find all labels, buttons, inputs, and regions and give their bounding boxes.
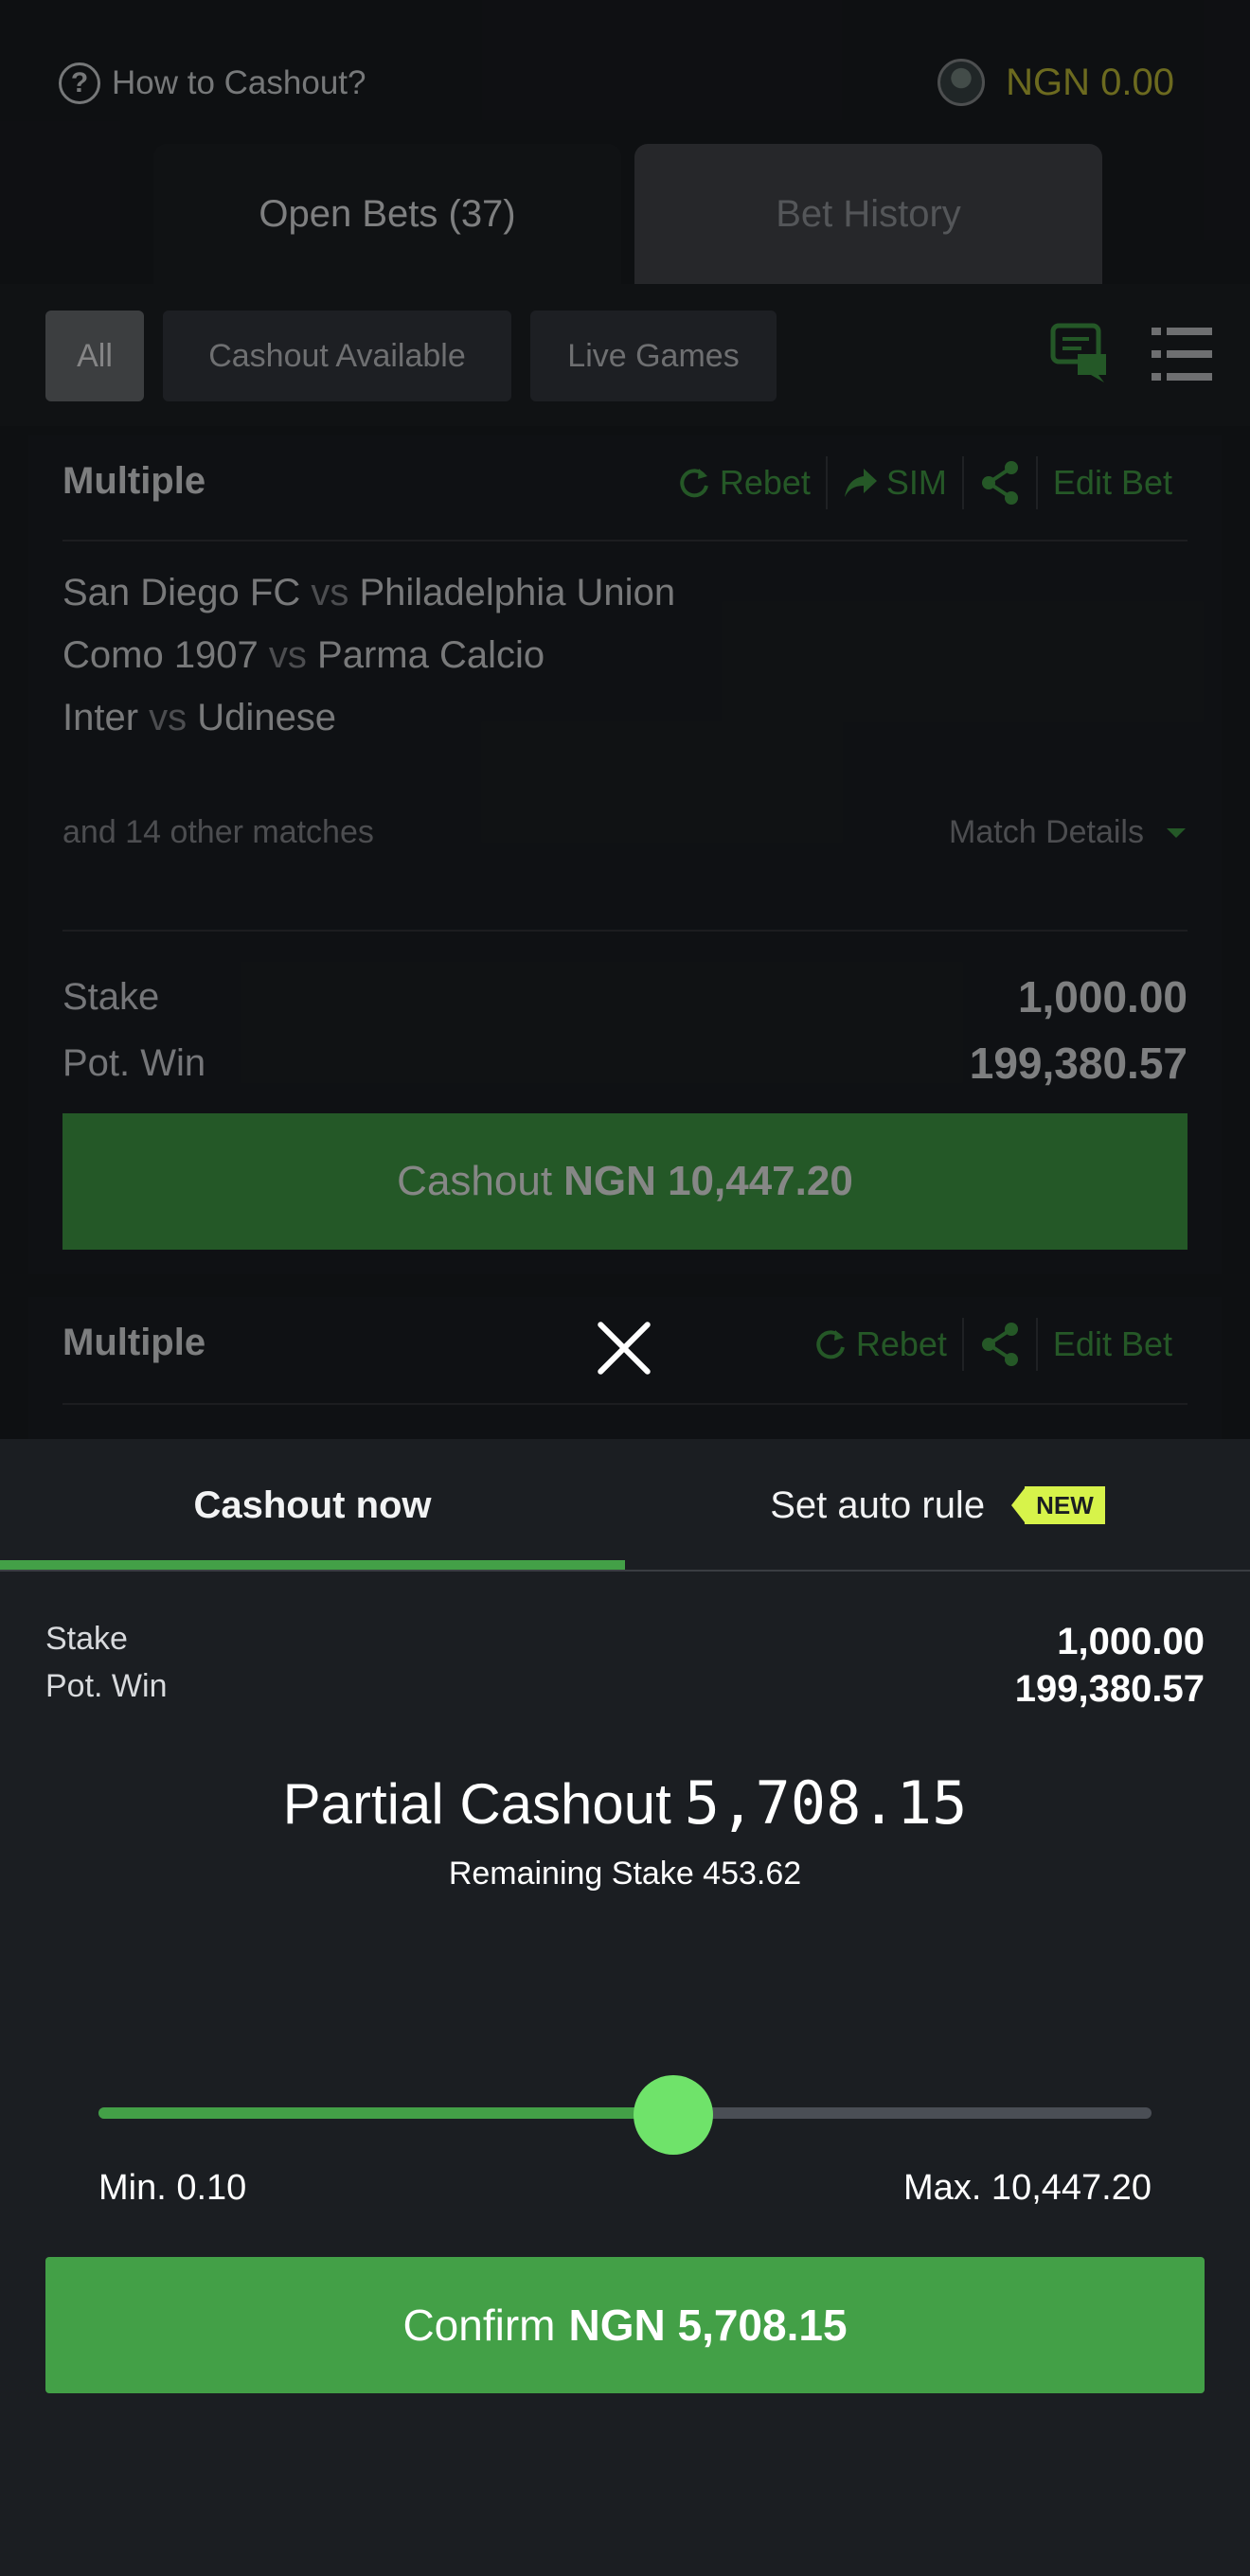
partial-cashout-heading: Partial Cashout 5,708.15 — [0, 1768, 1250, 1838]
confirm-cashout-button[interactable]: Confirm NGN 5,708.15 — [45, 2257, 1205, 2393]
stake-value: 1,000.00 — [1057, 1621, 1205, 1662]
slider-thumb[interactable] — [634, 2075, 714, 2155]
confirm-label: Confirm — [402, 2301, 556, 2350]
pot-win-value: 199,380.57 — [1014, 1668, 1205, 1710]
modal-backdrop[interactable] — [0, 0, 1250, 1439]
close-icon[interactable] — [595, 1318, 655, 1378]
stake-label: Stake — [45, 1621, 128, 1657]
partial-cashout-amount: 5,708.15 — [684, 1768, 968, 1838]
cashout-sheet: Cashout now Set auto rule NEW Stake 1,00… — [0, 1439, 1250, 2576]
pot-win-label: Pot. Win — [45, 1668, 168, 1704]
active-tab-indicator — [0, 1560, 625, 1570]
slider-max-label: Max. 10,447.20 — [903, 2168, 1152, 2208]
partial-cashout-label: Partial Cashout — [282, 1772, 671, 1836]
cashout-amount-slider[interactable] — [98, 2075, 1152, 2155]
pot-win-row: Pot. Win 199,380.57 — [45, 1668, 1205, 1711]
remaining-stake: Remaining Stake 453.62 — [448, 1856, 802, 1892]
stake-row: Stake 1,000.00 — [45, 1621, 1205, 1663]
sheet-tabs: Cashout now Set auto rule NEW — [0, 1439, 1250, 1572]
slider-min-label: Min. 0.10 — [98, 2168, 247, 2208]
new-badge: NEW — [1011, 1486, 1105, 1524]
slider-fill — [98, 2107, 674, 2119]
tab-cashout-now[interactable]: Cashout now — [0, 1439, 625, 1572]
confirm-amount: NGN 5,708.15 — [568, 2301, 848, 2350]
open-bets-page: ? How to Cashout? NGN 0.00 Open Bets (37… — [0, 0, 1250, 1439]
auto-rule-label: Set auto rule — [770, 1483, 986, 1526]
tab-set-auto-rule[interactable]: Set auto rule NEW — [625, 1439, 1250, 1572]
